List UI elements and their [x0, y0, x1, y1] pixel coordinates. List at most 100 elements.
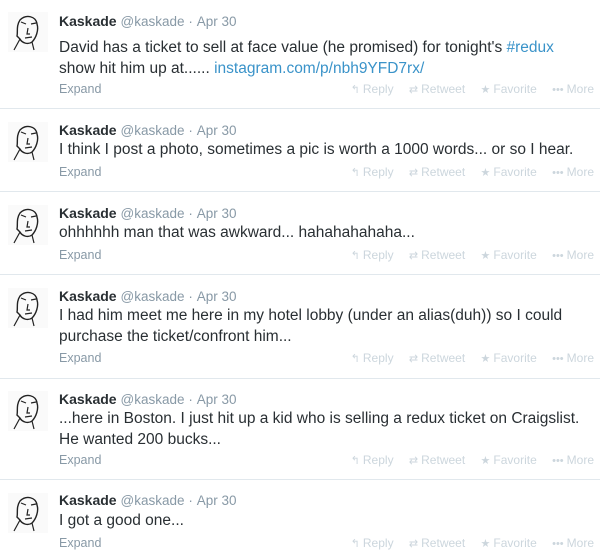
avatar[interactable] — [8, 12, 48, 52]
reply-button[interactable]: ↰ Reply — [351, 536, 394, 550]
retweet-label: Retweet — [421, 82, 466, 96]
expand-link[interactable]: Expand — [59, 536, 101, 550]
favorite-button[interactable]: ★ Favorite — [481, 536, 537, 550]
separator: · — [188, 14, 193, 29]
avatar[interactable] — [8, 288, 48, 328]
tweet-date[interactable]: Apr 30 — [197, 493, 237, 508]
avatar[interactable] — [8, 493, 48, 533]
retweet-button[interactable]: ⇄ Retweet — [409, 82, 465, 96]
reply-label: Reply — [362, 536, 394, 550]
author-name[interactable]: Kaskade — [59, 391, 117, 407]
retweet-label: Retweet — [421, 351, 466, 365]
tweet[interactable]: Kaskade @kaskade · Apr 30 ...here in Bos… — [0, 378, 600, 479]
tweet-date[interactable]: Apr 30 — [197, 289, 237, 304]
author-handle[interactable]: @kaskade — [120, 493, 184, 508]
separator: · — [188, 493, 193, 508]
more-button[interactable]: ••• More — [552, 536, 594, 550]
retweet-icon: ⇄ — [408, 455, 419, 467]
more-button[interactable]: ••• More — [552, 248, 594, 262]
separator: · — [188, 289, 193, 304]
reply-icon: ↰ — [350, 538, 360, 550]
author-handle[interactable]: @kaskade — [120, 14, 184, 29]
favorite-icon: ★ — [480, 84, 491, 96]
retweet-button[interactable]: ⇄ Retweet — [409, 453, 465, 467]
url-link[interactable]: instagram.com/p/nbh9YFD7rx/ — [214, 60, 424, 77]
separator: · — [188, 123, 193, 138]
tweet-date[interactable]: Apr 30 — [197, 14, 237, 29]
more-icon: ••• — [552, 250, 564, 262]
reply-button[interactable]: ↰ Reply — [351, 453, 394, 467]
avatar[interactable] — [8, 391, 48, 431]
reply-icon: ↰ — [350, 250, 360, 262]
author-name[interactable]: Kaskade — [59, 122, 117, 138]
favorite-button[interactable]: ★ Favorite — [481, 453, 537, 467]
tweet[interactable]: Kaskade @kaskade · Apr 30 David has a ti… — [0, 0, 600, 108]
avatar[interactable] — [8, 205, 48, 245]
author-name[interactable]: Kaskade — [59, 288, 117, 304]
tweet-text-part: show hit him up at...... — [59, 60, 215, 77]
tweet-actions: ↰ Reply ⇄ Retweet ★ Favorite ••• More — [339, 453, 594, 467]
favorite-label: Favorite — [493, 351, 537, 365]
tweet-actions: ↰ Reply ⇄ Retweet ★ Favorite ••• More — [339, 248, 594, 262]
author-handle[interactable]: @kaskade — [120, 289, 184, 304]
more-label: More — [566, 351, 594, 365]
favorite-button[interactable]: ★ Favorite — [481, 248, 537, 262]
favorite-icon: ★ — [480, 167, 491, 179]
favorite-label: Favorite — [493, 248, 537, 262]
retweet-button[interactable]: ⇄ Retweet — [409, 165, 465, 179]
reply-button[interactable]: ↰ Reply — [351, 165, 394, 179]
more-button[interactable]: ••• More — [552, 453, 594, 467]
tweet-date[interactable]: Apr 30 — [197, 392, 237, 407]
tweet[interactable]: Kaskade @kaskade · Apr 30 ohhhhhh man th… — [0, 191, 600, 274]
more-button[interactable]: ••• More — [552, 351, 594, 365]
favorite-button[interactable]: ★ Favorite — [481, 351, 537, 365]
more-icon: ••• — [552, 538, 564, 550]
tweet[interactable]: Kaskade @kaskade · Apr 30 I got a good o… — [0, 479, 600, 559]
favorite-icon: ★ — [480, 455, 491, 467]
tweet-actions: ↰ Reply ⇄ Retweet ★ Favorite ••• More — [339, 82, 594, 96]
retweet-label: Retweet — [421, 536, 466, 550]
tweet[interactable]: Kaskade @kaskade · Apr 30 I think I post… — [0, 108, 600, 191]
more-button[interactable]: ••• More — [552, 165, 594, 179]
favorite-label: Favorite — [493, 82, 537, 96]
favorite-button[interactable]: ★ Favorite — [481, 165, 537, 179]
expand-link[interactable]: Expand — [59, 351, 101, 365]
reply-icon: ↰ — [350, 455, 360, 467]
retweet-button[interactable]: ⇄ Retweet — [409, 351, 465, 365]
tweet-actions: ↰ Reply ⇄ Retweet ★ Favorite ••• More — [339, 351, 594, 365]
author-handle[interactable]: @kaskade — [120, 123, 184, 138]
hashtag-link[interactable]: #redux — [507, 39, 554, 56]
tweet-text: David has a ticket to sell at face value… — [59, 37, 589, 79]
author-handle[interactable]: @kaskade — [120, 392, 184, 407]
favorite-button[interactable]: ★ Favorite — [481, 82, 537, 96]
reply-button[interactable]: ↰ Reply — [351, 82, 394, 96]
tweet-actions: ↰ Reply ⇄ Retweet ★ Favorite ••• More — [339, 536, 594, 550]
favorite-label: Favorite — [493, 453, 537, 467]
tweet-date[interactable]: Apr 30 — [197, 123, 237, 138]
retweet-button[interactable]: ⇄ Retweet — [409, 536, 465, 550]
avatar[interactable] — [8, 122, 48, 162]
tweet-text: I got a good one... — [59, 512, 184, 529]
favorite-icon: ★ — [480, 250, 491, 262]
author-name[interactable]: Kaskade — [59, 205, 117, 221]
retweet-label: Retweet — [421, 248, 466, 262]
tweet-text: I had him meet me here in my hotel lobby… — [59, 307, 563, 345]
reply-button[interactable]: ↰ Reply — [351, 248, 394, 262]
more-button[interactable]: ••• More — [552, 82, 594, 96]
retweet-button[interactable]: ⇄ Retweet — [409, 248, 465, 262]
expand-link[interactable]: Expand — [59, 248, 101, 262]
author-name[interactable]: Kaskade — [59, 13, 117, 29]
expand-link[interactable]: Expand — [59, 165, 101, 179]
tweet-date[interactable]: Apr 30 — [197, 206, 237, 221]
author-name[interactable]: Kaskade — [59, 492, 117, 508]
expand-link[interactable]: Expand — [59, 82, 101, 96]
tweet-text-part: David has a ticket to sell at face value… — [59, 39, 507, 56]
author-handle[interactable]: @kaskade — [120, 206, 184, 221]
expand-link[interactable]: Expand — [59, 453, 101, 467]
retweet-icon: ⇄ — [408, 538, 419, 550]
retweet-icon: ⇄ — [408, 250, 419, 262]
reply-button[interactable]: ↰ Reply — [351, 351, 394, 365]
favorite-icon: ★ — [480, 353, 491, 365]
tweet[interactable]: Kaskade @kaskade · Apr 30 I had him meet… — [0, 274, 600, 378]
reply-label: Reply — [362, 165, 394, 179]
